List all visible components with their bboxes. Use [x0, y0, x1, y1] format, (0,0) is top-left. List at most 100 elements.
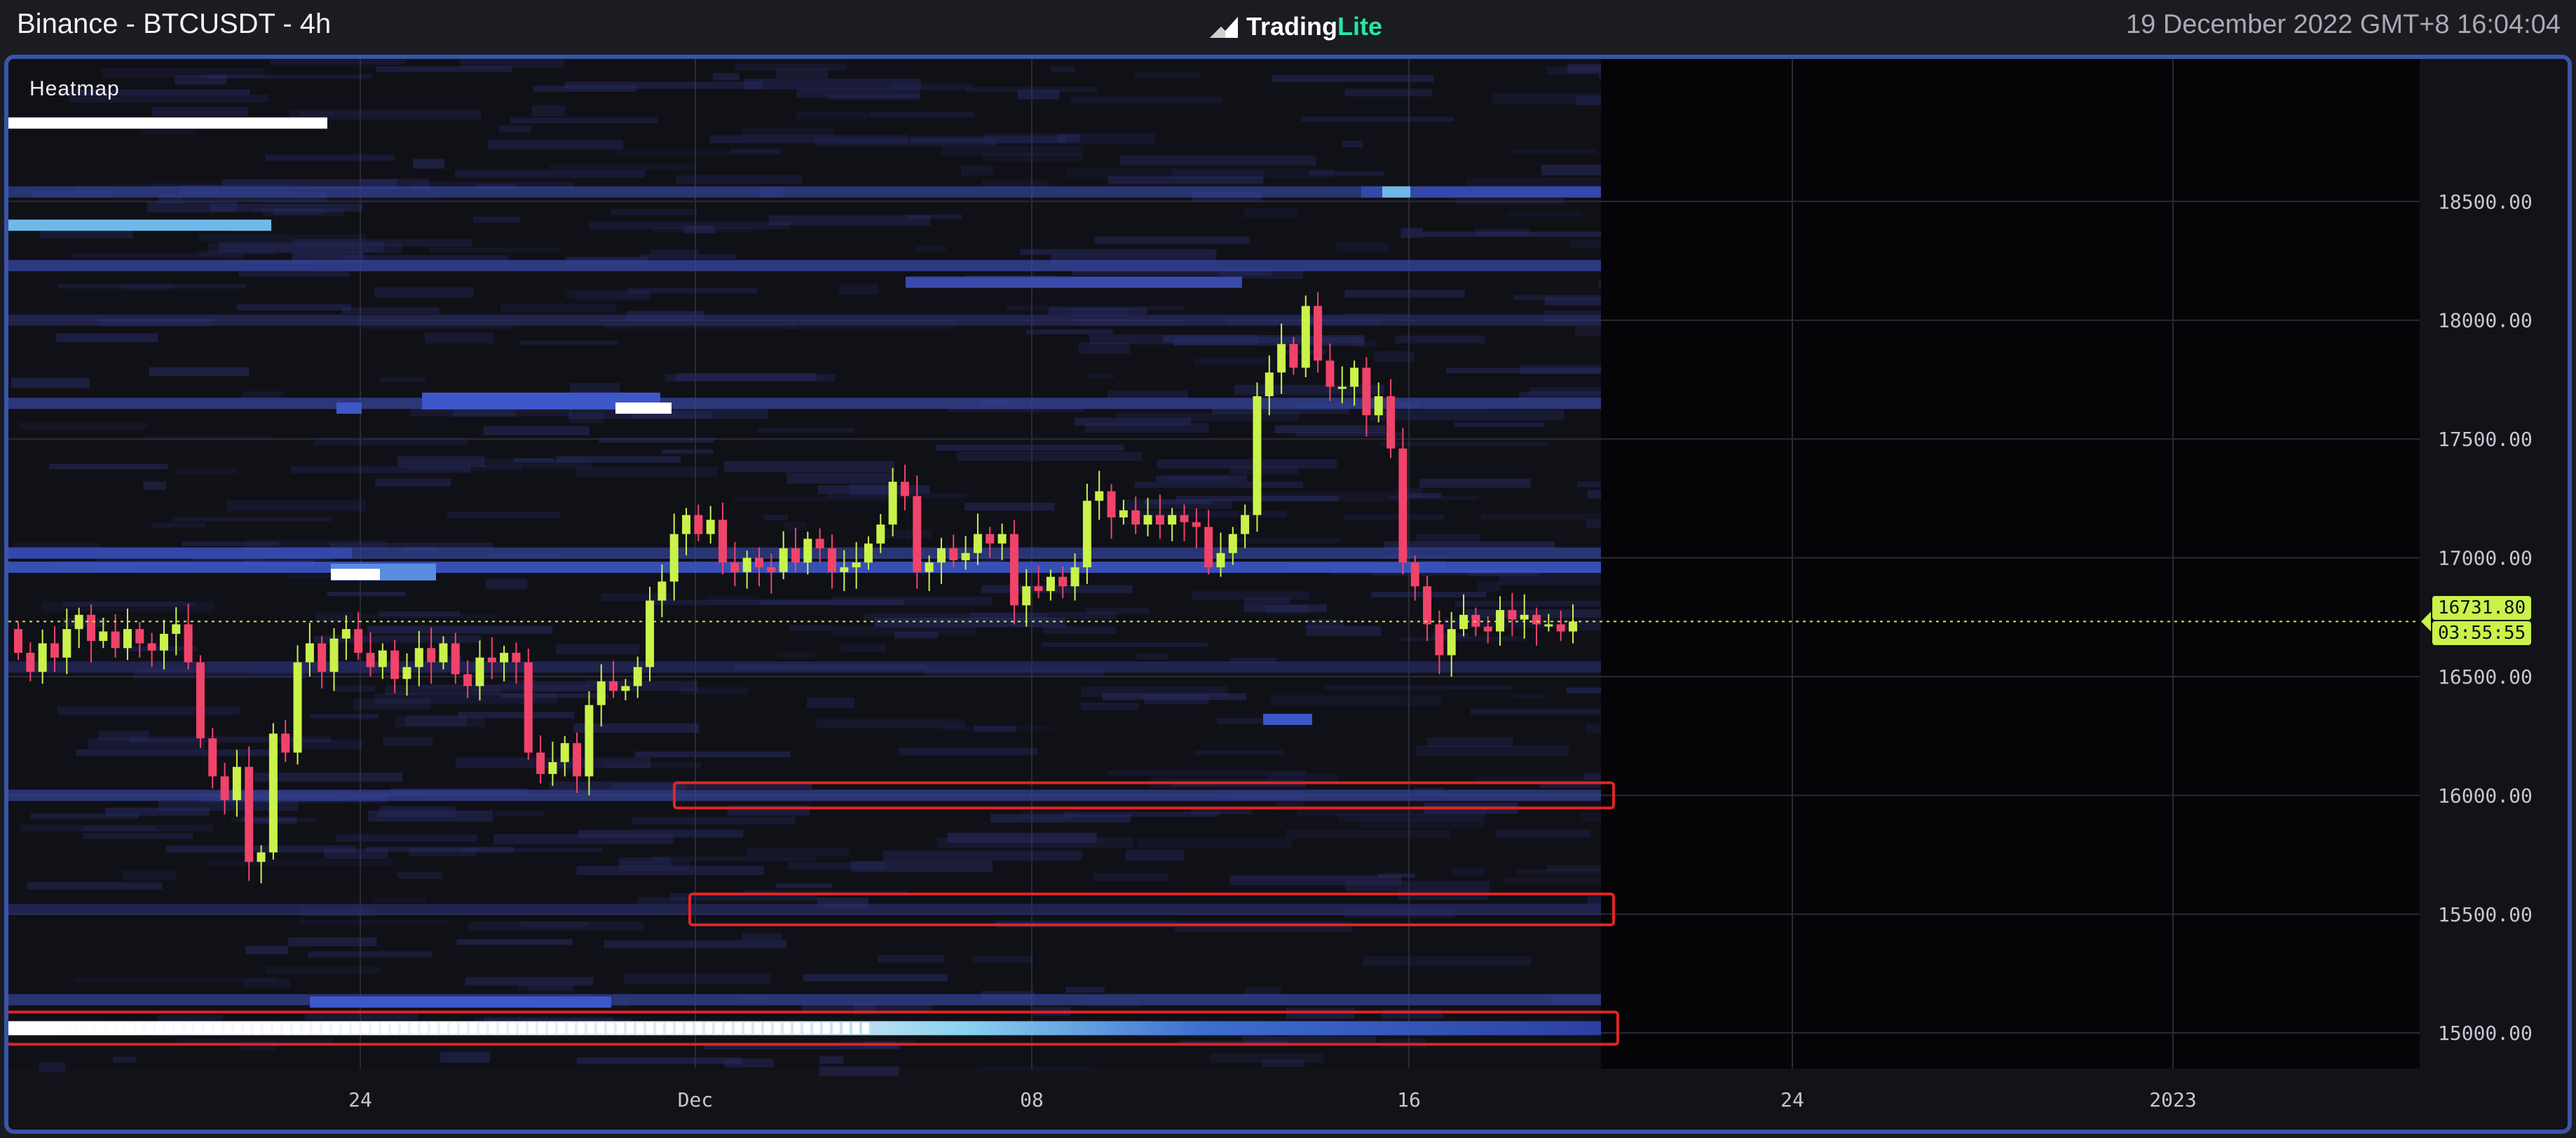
heatmap-cell [1569, 239, 1601, 249]
current-price-tag: 16731.80 [2432, 596, 2532, 621]
price-axis-label: 15500.00 [2438, 903, 2533, 926]
heatmap-cell [803, 974, 948, 982]
heatmap-liquidity-cell [617, 1022, 624, 1034]
candle-body [1009, 534, 1018, 606]
heatmap-cell [777, 652, 816, 658]
heatmap-cell [817, 485, 930, 494]
heatmap-cell [1324, 685, 1513, 690]
heatmap-cell [899, 747, 1038, 756]
candle-body [1082, 501, 1091, 568]
heatmap-cell [265, 966, 380, 974]
candle-body [1532, 614, 1541, 625]
candle-body [172, 624, 181, 634]
heatmap-cell [1309, 170, 1385, 176]
heatmap-cell [493, 834, 674, 845]
heatmap-liquidity-cell [146, 1022, 153, 1034]
candle-body [779, 548, 788, 572]
heatmap-cell [1087, 374, 1115, 379]
heatmap-cell [243, 978, 290, 988]
heatmap-cell [314, 635, 482, 643]
heatmap-cell [383, 737, 433, 746]
heatmap-cell [1050, 67, 1075, 72]
heatmap-liquidity-cell [214, 1022, 222, 1034]
candle-body [1556, 624, 1565, 632]
heatmap-cell [1544, 297, 1601, 306]
heatmap-cell [1123, 499, 1232, 510]
heatmap-cell [1343, 514, 1445, 520]
heatmap-indicator-label[interactable]: Heatmap [29, 77, 120, 101]
chart-frame[interactable]: 18500.00 18000.00 17500.00 17000.00 16500.00… [4, 55, 2572, 1134]
heatmap-cell [1507, 211, 1582, 217]
time-axis-label: 24 [1780, 1088, 1804, 1111]
heatmap-cell [1274, 425, 1386, 434]
candle-body [1496, 610, 1505, 632]
heatmap-liquidity-cell [695, 1022, 702, 1034]
candle-body [1192, 522, 1201, 527]
heatmap-cell [1119, 155, 1316, 166]
candle-body [268, 733, 278, 853]
heatmap-cell [1598, 280, 1601, 289]
heatmap-cell [500, 693, 608, 698]
heatmap-cell [831, 626, 976, 635]
future-area [1601, 59, 2420, 1069]
heatmap-cell [742, 933, 782, 941]
heatmap-cell [623, 973, 771, 984]
heatmap-cell [1581, 812, 1601, 822]
heatmap-cell [353, 698, 431, 710]
candle-body [1471, 614, 1480, 627]
heatmap-cell [397, 872, 442, 879]
heatmap-cell [238, 271, 349, 277]
heatmap-cell [465, 977, 594, 986]
heatmap-cell [1454, 198, 1565, 205]
heatmap-cell [299, 919, 449, 926]
heatmap-liquidity-cell [607, 1022, 614, 1034]
heatmap-liquidity-cell [185, 1022, 192, 1034]
candle-body [232, 766, 241, 801]
heatmap-cell [775, 883, 833, 888]
heatmap-cell [1042, 642, 1208, 647]
heatmap-liquidity-cell [793, 1022, 800, 1034]
heatmap-cell [1416, 534, 1481, 543]
heatmap-cell [1576, 95, 1601, 106]
price-axis-label: 16500.00 [2438, 665, 2533, 689]
heatmap-liquidity-cell [627, 1022, 634, 1034]
heatmap-cell [397, 456, 485, 468]
heatmap-cell [1342, 140, 1363, 148]
heatmap-cell [368, 811, 493, 822]
heatmap-cell [487, 140, 624, 150]
heatmap-liquidity-cell [254, 1022, 261, 1034]
heatmap-cell [819, 1066, 899, 1076]
heatmap-liquidity-cell [460, 1022, 467, 1034]
heatmap-cell [456, 939, 573, 945]
heatmap-cell [1229, 466, 1300, 475]
candle-body [585, 705, 594, 777]
time-axis-label: 08 [1020, 1088, 1044, 1111]
heatmap-cell [661, 449, 714, 454]
heatmap-cell [429, 248, 560, 252]
heatmap-liquidity-cell [38, 1022, 45, 1034]
price-axis-label: 15000.00 [2438, 1022, 2533, 1045]
heatmap-cell [1583, 773, 1601, 780]
heatmap-cell [101, 67, 266, 79]
heatmap-level-band [8, 994, 1601, 1005]
heatmap-cell [868, 111, 974, 118]
heatmap-cell [1042, 625, 1116, 634]
heatmap-cell [795, 111, 868, 119]
candle-body [1265, 372, 1274, 397]
heatmap-cell [965, 502, 1055, 511]
heatmap-cell [1155, 475, 1248, 482]
candle-body [1423, 586, 1432, 625]
candle-body [475, 657, 484, 686]
candle-body [86, 614, 95, 642]
chart-canvas[interactable]: 18500.00 18000.00 17500.00 17000.00 16500.00… [8, 59, 2568, 1130]
candle-body [257, 852, 266, 862]
heatmap-cell [425, 332, 493, 344]
heatmap-level-band [8, 661, 1601, 673]
heatmap-cell [292, 238, 472, 247]
heatmap-cell [11, 377, 90, 388]
candle-body [1228, 534, 1237, 553]
heatmap-liquidity-cell [352, 1022, 359, 1034]
heatmap-cell [768, 215, 930, 226]
heatmap-liquidity-cell [754, 1022, 761, 1034]
heatmap-cell [878, 955, 944, 963]
